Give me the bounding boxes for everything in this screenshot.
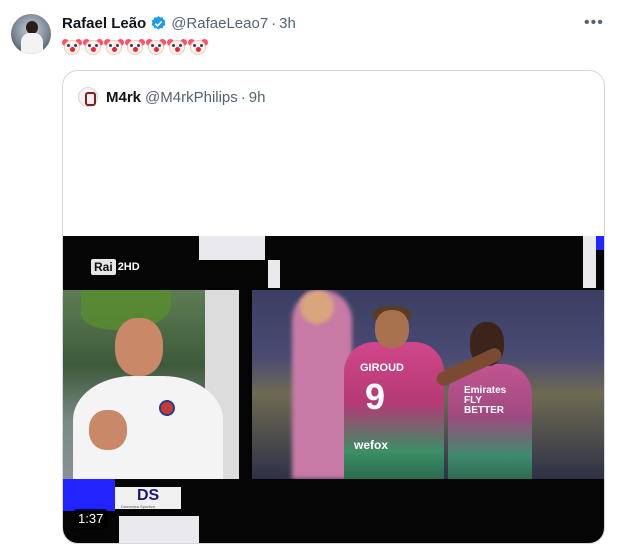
jersey-player-name: GIROUD [360, 362, 404, 374]
clown-emoji-icon [188, 36, 208, 56]
quoted-tweet[interactable]: M4rk @M4rkPhilips · 9h Rai 2HD GIROUD 9 … [62, 70, 605, 544]
overlay-white-block [199, 236, 265, 260]
video-player[interactable]: Rai 2HD GIROUD 9 wefox Emirates FLY BETT… [63, 236, 604, 543]
clown-emoji-icon [125, 36, 145, 56]
tweet-text-emojis [62, 36, 208, 56]
quoted-author-name[interactable]: M4rk [106, 89, 141, 106]
overlay-blue-block [596, 236, 604, 250]
show-logo-subtitle: Domenica Sportiva [121, 504, 155, 509]
overlay-white-block [119, 516, 199, 543]
author-avatar[interactable] [11, 14, 51, 54]
clown-emoji-icon [104, 36, 124, 56]
clown-emoji-icon [146, 36, 166, 56]
avatar-body-shape [21, 33, 43, 54]
quoted-author-avatar[interactable] [78, 87, 98, 107]
overlay-white-block [268, 260, 280, 288]
show-logo: DS [137, 487, 160, 504]
clown-emoji-icon [167, 36, 187, 56]
quoted-tweet-time[interactable]: 9h [249, 89, 266, 106]
tweet-header: Rafael Leão @RafaeLeao7 · 3h [62, 13, 296, 33]
jersey-number: 9 [365, 376, 386, 417]
separator-dot: · [271, 14, 277, 32]
pitch-footage-frame: GIROUD 9 wefox Emirates FLY BETTER [252, 290, 604, 479]
video-duration-badge: 1:37 [73, 509, 109, 529]
jersey-sponsor-right: Emirates FLY BETTER [464, 385, 507, 416]
verified-badge-icon [151, 15, 166, 30]
quoted-author-handle[interactable]: @M4rkPhilips [145, 89, 238, 106]
overlay-white-block [583, 236, 596, 288]
separator-dot: · [240, 88, 246, 106]
shirt-logo-icon [159, 400, 175, 416]
more-options-icon[interactable]: ••• [584, 14, 604, 32]
tweet-time[interactable]: 3h [279, 15, 296, 32]
studio-pundit-frame [63, 290, 239, 479]
rai-logo-text: Rai [91, 258, 116, 275]
quoted-tweet-header: M4rk @M4rkPhilips · 9h [78, 87, 265, 107]
lower-third-blue-block [63, 479, 115, 511]
author-handle[interactable]: @RafaeLeao7 [171, 15, 268, 32]
jersey-sponsor-front: wefox [354, 438, 389, 452]
channel-logo: Rai 2HD [91, 258, 140, 275]
author-name[interactable]: Rafael Leão [62, 15, 146, 32]
rai-channel-number: 2HD [117, 260, 140, 273]
clown-emoji-icon [62, 36, 82, 56]
clown-emoji-icon [83, 36, 103, 56]
